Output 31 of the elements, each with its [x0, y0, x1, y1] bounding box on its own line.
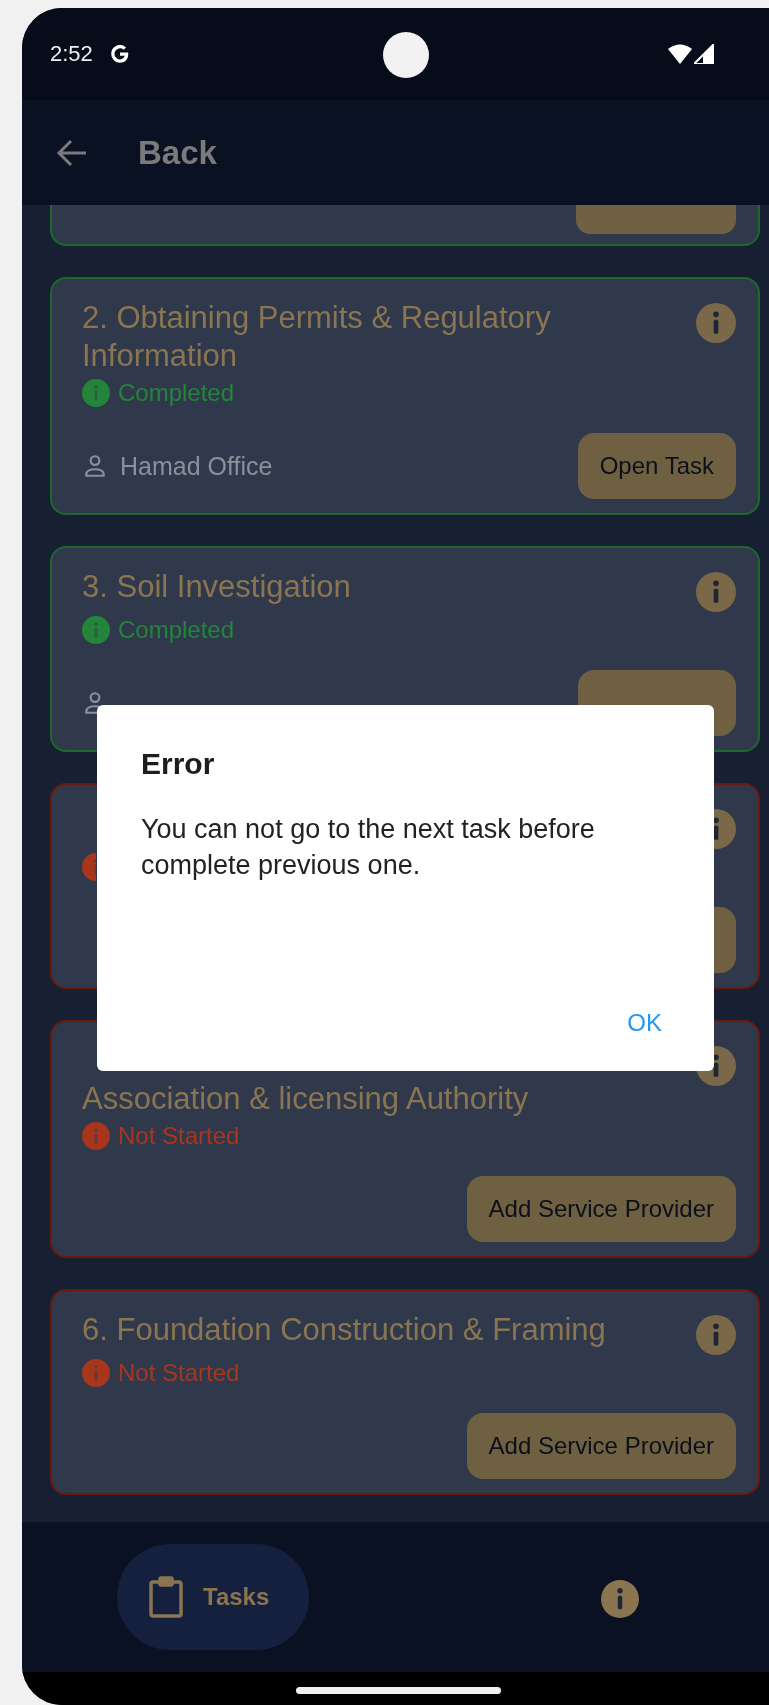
task-title: 3. Soil Investigation: [82, 568, 352, 606]
status-icon: [82, 1122, 110, 1150]
back-button[interactable]: Back: [52, 129, 221, 176]
status-icon: [82, 1359, 110, 1387]
signal-icon: [694, 44, 714, 64]
info-nav-icon: [601, 1580, 639, 1618]
dialog-message: You can not go to the next task before complete previous one.: [141, 813, 596, 882]
add-service-provider-button[interactable]: Add Service Provider: [466, 1176, 736, 1242]
status-label: Not Started: [118, 1122, 240, 1150]
ok-button[interactable]: OK: [619, 1003, 670, 1043]
status-label: Not Started: [118, 1359, 240, 1387]
status-label: Completed: [118, 379, 235, 407]
dialog-title: Error: [141, 747, 216, 781]
status-icon: [82, 616, 110, 644]
clipboard-icon: [149, 1576, 183, 1618]
add-service-provider-button[interactable]: Add Service Provider: [466, 1413, 736, 1479]
tasks-tab[interactable]: Tasks: [117, 1544, 310, 1650]
assignee-name: Hamad Office: [120, 451, 273, 481]
task-title: 6. Foundation Construction & Framing: [82, 1311, 607, 1349]
camera-cutout: [383, 32, 429, 78]
back-arrow-icon: [56, 138, 88, 167]
task-title: 2. Obtaining Permits & Regulatory Information: [82, 299, 552, 375]
person-icon: [82, 453, 108, 479]
g-logo-icon: [108, 43, 131, 65]
task-title: Association & licensing Authority: [82, 1080, 530, 1118]
status-icon: [82, 853, 96, 881]
status-label: Completed: [118, 616, 235, 644]
wifi-icon: [668, 44, 692, 64]
open-task-button[interactable]: Open Task: [577, 433, 736, 499]
status-time: 2:52: [50, 41, 93, 67]
status-icon: [82, 379, 110, 407]
